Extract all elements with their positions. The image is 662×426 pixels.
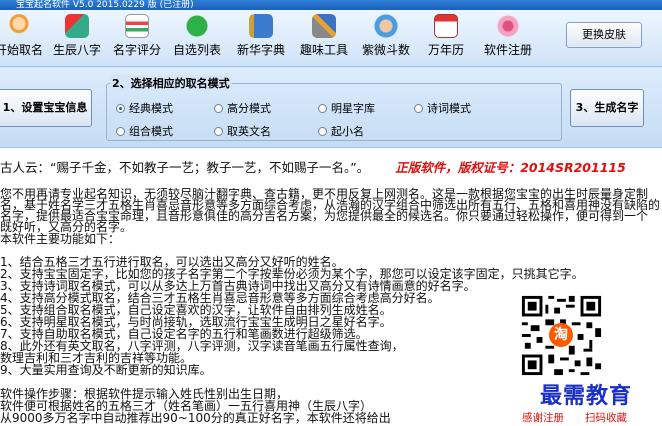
- steps-line: 从9000多万名字中自动推荐出90~100分的真正好名字，本软件还将给出: [0, 411, 391, 425]
- radio-classic-mode[interactable]: 经典模式: [116, 100, 173, 116]
- toolbar-name-score[interactable]: 名字评分: [110, 12, 164, 62]
- toolbar-calendar[interactable]: 万年历: [422, 12, 470, 62]
- scan-collect-text: 扫码收藏: [585, 412, 627, 424]
- feature-item: 9、大量实用查询及不断更新的知识库。: [0, 363, 212, 377]
- naming-mode-panel: 1、设置宝宝信息 2、选择相应的取名模式 经典模式 高分模式 明星字库 诗词模式…: [0, 67, 662, 148]
- thanks-register-text: 感谢注册: [522, 412, 564, 424]
- radio-poetry-mode[interactable]: 诗词模式: [414, 100, 471, 116]
- toolbar-fun-tools[interactable]: 趣味工具: [296, 12, 352, 62]
- register-icon: [496, 14, 520, 38]
- toolbar-register[interactable]: 软件注册: [478, 12, 538, 62]
- set-baby-info-button[interactable]: 1、设置宝宝信息: [0, 89, 92, 127]
- radio-english-name[interactable]: 取英文名: [214, 123, 271, 139]
- radio-high-score-mode[interactable]: 高分模式: [214, 100, 271, 116]
- taobao-badge: 淘: [549, 323, 573, 347]
- features-heading: 本软件主要功能如下：: [0, 232, 121, 246]
- radio-dot: [214, 126, 223, 136]
- score-icon: [125, 14, 149, 38]
- radio-dot: [318, 126, 327, 136]
- radio-dot: [414, 103, 423, 113]
- radio-combination-mode[interactable]: 组合模式: [116, 123, 173, 139]
- window-title: 宝宝起名软件 V5.0 2015.0229 版 (已注册): [16, 0, 194, 10]
- change-skin-button[interactable]: 更换皮肤: [566, 22, 642, 48]
- quote-line: 古人云：“赐子千金，不如教子一艺；教子一艺，不如赐子一名。”。 正版软件，版权证…: [0, 160, 626, 175]
- radio-star-library[interactable]: 明星字库: [318, 100, 375, 116]
- main-toolbar: 开始取名 生辰八字 名字评分 自选列表 新华字典 趣味工具 紫微斗数 万年历 软…: [0, 10, 662, 67]
- tools-icon: [312, 14, 336, 38]
- horoscope-icon: [65, 14, 89, 38]
- toolbar-dictionary[interactable]: 新华字典: [232, 12, 290, 62]
- dictionary-icon: [249, 14, 273, 38]
- mode-group-title: 2、选择相应的取名模式: [110, 75, 232, 91]
- radio-dot: [318, 103, 327, 113]
- window-title-bar: 宝宝起名软件 V5.0 2015.0229 版 (已注册): [0, 0, 662, 10]
- fortune-icon: [374, 14, 398, 38]
- toolbar-start-naming[interactable]: 开始取名: [0, 12, 46, 62]
- toolbar-ziwei[interactable]: 紫微斗数: [358, 12, 414, 62]
- baby-icon: [7, 14, 31, 38]
- list-icon: [185, 14, 209, 38]
- radio-dot: [214, 103, 223, 113]
- watermark: 最需教育: [540, 383, 633, 409]
- toolbar-horoscope[interactable]: 生辰八字: [50, 12, 104, 62]
- radio-dot: [116, 126, 125, 136]
- radio-dot: [116, 103, 125, 113]
- calendar-icon: [434, 14, 458, 38]
- radio-nickname[interactable]: 起小名: [318, 123, 364, 139]
- license-notice: 正版软件，版权证号：2014SR201115: [395, 160, 626, 175]
- toolbar-custom-list[interactable]: 自选列表: [170, 12, 224, 62]
- generate-names-button[interactable]: 3、生成名字: [570, 89, 644, 127]
